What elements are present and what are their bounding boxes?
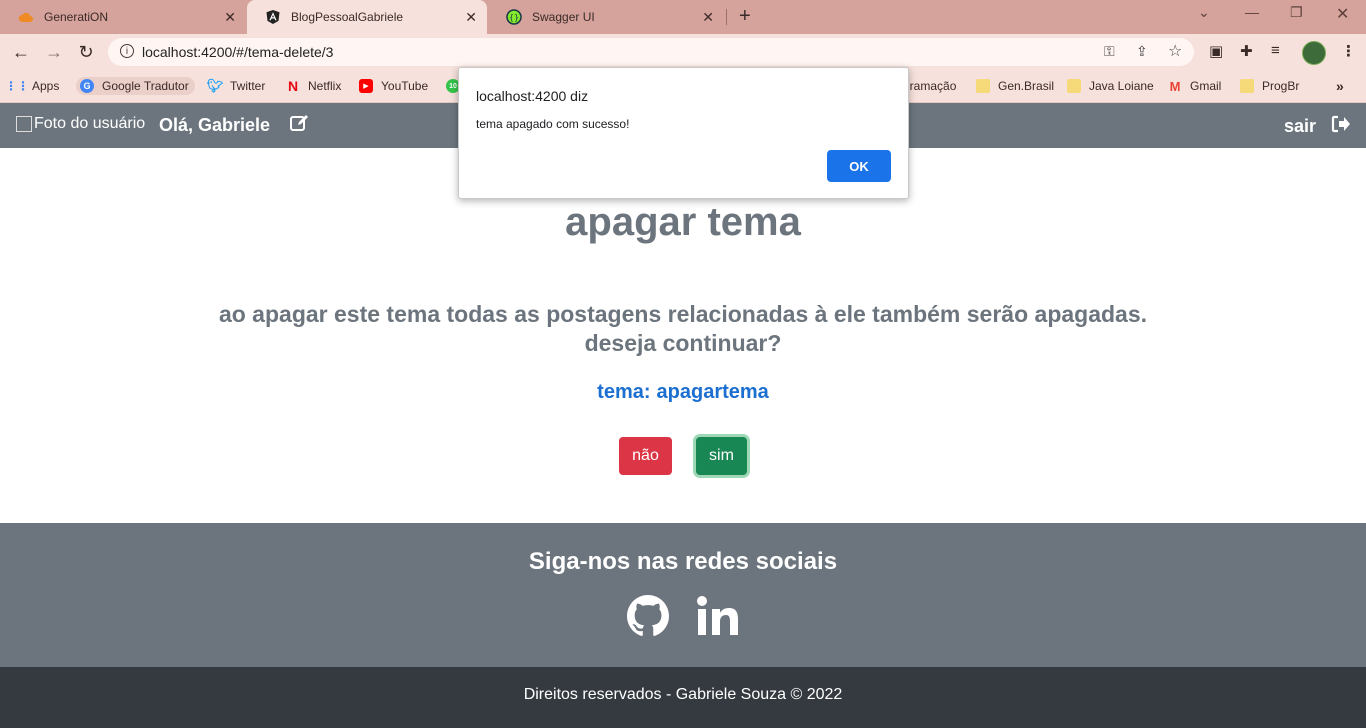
angular-icon (265, 9, 281, 25)
window-close-icon[interactable]: ✕ (1336, 4, 1349, 24)
share-icon[interactable]: ⇪ (1136, 43, 1148, 60)
youtube-icon: ▶ (359, 79, 373, 93)
bookmark-youtube[interactable]: ▶ YouTube (359, 77, 428, 95)
reading-list-icon[interactable]: ≡ (1271, 42, 1280, 59)
profile-avatar[interactable] (1302, 41, 1326, 65)
bookmark-apps[interactable]: ⋮⋮ Apps (5, 77, 60, 95)
close-icon[interactable]: ✕ (224, 9, 236, 26)
logout-link[interactable]: sair (1284, 116, 1316, 137)
bookmark-label: ProgBr (1262, 79, 1300, 93)
cloud-icon (18, 9, 34, 25)
gmail-icon: M (1169, 78, 1181, 94)
linkedin-icon[interactable] (696, 595, 740, 642)
browser-tab-active[interactable]: BlogPessoalGabriele ✕ (247, 0, 487, 34)
delete-warning: ao apagar este tema todas as postagens r… (218, 301, 1148, 356)
user-photo-alt: Foto do usuário (34, 115, 146, 132)
key-icon[interactable]: ⚿ (1104, 43, 1115, 60)
tema-info: tema: apagartema (0, 381, 1366, 404)
bookmark-label: Twitter (230, 79, 266, 93)
site-info-icon[interactable]: i (120, 44, 134, 58)
tab-label: BlogPessoalGabriele (291, 10, 404, 24)
swagger-icon: {} (506, 9, 522, 25)
forward-icon[interactable]: → (44, 42, 64, 63)
broken-image-icon (16, 116, 32, 132)
bookmark-label: gramação (903, 79, 957, 93)
minimize-icon[interactable]: — (1245, 4, 1259, 20)
folder-icon (1240, 79, 1254, 93)
bookmark-label: Apps (32, 79, 60, 93)
browser-toolbar: ← → ↻ i localhost:4200/#/tema-delete/3 ⚿… (0, 34, 1366, 70)
extensions-icon[interactable]: ✚ (1240, 42, 1253, 60)
no-button[interactable]: não (619, 437, 672, 475)
tab-divider (726, 9, 727, 25)
bookmark-progbr[interactable]: ProgBr (1240, 77, 1299, 95)
bookmark-label: YouTube (381, 79, 429, 93)
back-icon[interactable]: ← (11, 42, 31, 63)
github-icon[interactable] (627, 595, 669, 642)
greeting: Olá, Gabriele (159, 115, 271, 135)
browser-tab-strip: GeneratiON ✕ BlogPessoalGabriele ✕ {} Sw… (0, 0, 1366, 34)
bookmark-label: Java Loiane (1089, 79, 1154, 93)
new-tab-icon[interactable]: + (739, 5, 751, 28)
more-bookmarks-icon[interactable]: » (1336, 77, 1344, 95)
netflix-icon: N (287, 78, 299, 94)
close-icon[interactable]: ✕ (702, 9, 714, 26)
yes-button[interactable]: sim (696, 437, 747, 475)
media-icon[interactable]: ▣ (1209, 42, 1223, 60)
alert-origin: localhost:4200 diz (476, 88, 589, 104)
url-text: localhost:4200/#/tema-delete/3 (142, 44, 334, 60)
address-bar[interactable]: i localhost:4200/#/tema-delete/3 ⚿ ⇪ ☆ (108, 38, 1194, 66)
close-icon[interactable]: ✕ (465, 9, 477, 26)
tab-label: GeneratiON (44, 10, 109, 24)
bookmark-gen-brasil[interactable]: Gen.Brasil (976, 77, 1054, 95)
restore-icon[interactable]: ❐ (1290, 4, 1303, 21)
bookmark-programacao[interactable]: gramação (903, 77, 956, 95)
bookmark-google-tradutor[interactable]: G Google Tradutor (76, 77, 195, 95)
bookmark-label: Gen.Brasil (998, 79, 1055, 93)
apps-grid-icon: ⋮⋮ (5, 79, 29, 93)
tema-label: tema: (597, 381, 651, 403)
tema-value: apagartema (656, 381, 769, 403)
reload-icon[interactable]: ↻ (76, 42, 96, 63)
bookmark-label: Google Tradutor (102, 79, 189, 93)
bookmark-java-loiane[interactable]: Java Loiane (1067, 77, 1154, 95)
bookmark-star-icon[interactable]: ☆ (1168, 41, 1182, 61)
browser-tab[interactable]: GeneratiON ✕ (0, 0, 246, 34)
bookmark-netflix[interactable]: N Netflix (286, 77, 341, 95)
sign-out-icon[interactable] (1331, 115, 1351, 138)
bookmark-twitter[interactable]: 🐦︎ Twitter (206, 77, 266, 95)
tab-label: Swagger UI (532, 10, 595, 24)
alert-dialog: localhost:4200 diz tema apagado com suce… (458, 67, 909, 199)
tab-search-icon[interactable]: ⌄ (1198, 4, 1210, 21)
browser-tab[interactable]: {} Swagger UI ✕ (488, 0, 724, 34)
user-photo: Foto do usuário (16, 115, 145, 133)
bookmark-gmail[interactable]: M Gmail (1168, 77, 1222, 95)
footer-heading: Siga-nos nas redes sociais (528, 548, 838, 575)
footer: Siga-nos nas redes sociais (0, 523, 1366, 667)
bookmark-label: Netflix (308, 79, 342, 93)
menu-icon[interactable]: ⋮ (1341, 42, 1356, 60)
alert-message: tema apagado com sucesso! (476, 117, 630, 131)
bookmark-label: Gmail (1190, 79, 1222, 93)
alert-ok-button[interactable]: OK (827, 150, 891, 182)
edit-profile-icon[interactable] (290, 114, 310, 137)
folder-icon (1067, 79, 1081, 93)
twitter-icon: 🐦︎ (206, 78, 224, 93)
page-title: apagar tema (565, 200, 801, 244)
svg-text:{}: {} (509, 13, 519, 22)
translate-icon: G (80, 79, 94, 93)
copyright: Direitos reservados - Gabriele Souza © 2… (0, 667, 1366, 728)
folder-icon (976, 79, 990, 93)
